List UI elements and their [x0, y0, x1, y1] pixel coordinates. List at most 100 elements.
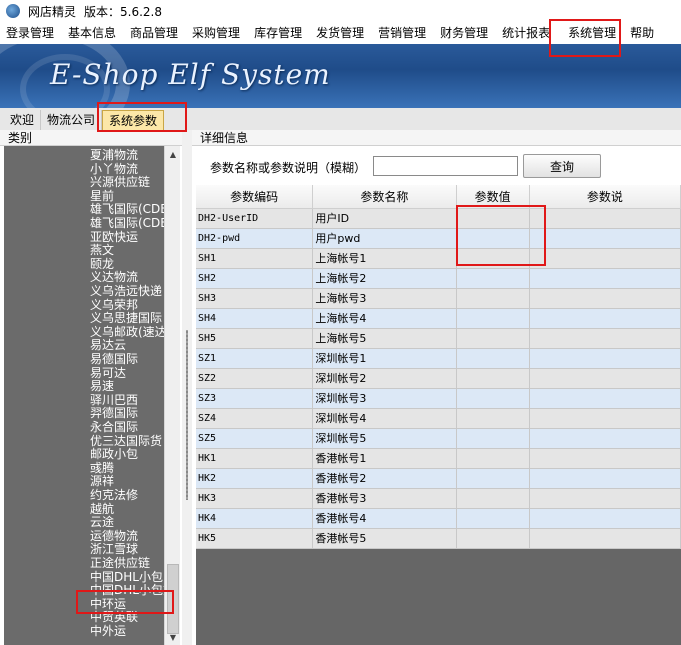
param-code-cell[interactable]: SH4 — [196, 308, 314, 329]
column-header[interactable]: 参数值 — [456, 185, 530, 209]
param-code-cell[interactable]: SZ5 — [196, 428, 314, 449]
param-name-cell[interactable]: 用户pwd — [312, 228, 457, 249]
param-desc-cell[interactable] — [529, 468, 681, 489]
param-value-cell[interactable] — [456, 508, 530, 529]
param-value-cell[interactable] — [456, 528, 530, 549]
param-value-cell[interactable] — [456, 288, 530, 309]
category-list-item[interactable]: 邮政小包 — [90, 448, 138, 461]
table-row[interactable]: HK1 香港帐号1 — [196, 448, 681, 469]
menu-marketing[interactable]: 营销管理 — [371, 22, 433, 44]
param-desc-cell[interactable] — [529, 508, 681, 529]
param-value-cell[interactable] — [456, 448, 530, 469]
param-value-cell[interactable] — [456, 348, 530, 369]
panel-splitter[interactable] — [182, 130, 192, 645]
menu-basic-info[interactable]: 基本信息 — [61, 22, 123, 44]
table-row[interactable]: HK2 香港帐号2 — [196, 468, 681, 489]
param-desc-cell[interactable] — [529, 228, 681, 249]
category-list-item[interactable]: 星前 — [90, 189, 114, 203]
scroll-down-icon[interactable]: ▼ — [165, 629, 181, 645]
param-desc-cell[interactable] — [529, 368, 681, 389]
category-list-item[interactable]: 义乌浩远快递 — [90, 285, 162, 298]
tab-logistics-company[interactable]: 物流公司 — [41, 110, 103, 130]
param-value-cell[interactable] — [456, 248, 530, 269]
category-list-item[interactable]: 浙江雪球 — [90, 543, 138, 556]
category-list-item[interactable]: 越航 — [90, 502, 114, 516]
param-name-cell[interactable]: 深圳帐号4 — [312, 408, 457, 429]
category-list-item[interactable]: 义达物流 — [90, 271, 138, 284]
category-list-item[interactable]: 易速 — [90, 380, 114, 393]
param-code-cell[interactable]: SZ2 — [196, 368, 314, 389]
column-header[interactable]: 参数名称 — [312, 185, 457, 209]
category-list-item[interactable]: 约克法修 — [90, 489, 138, 502]
category-list-item[interactable]: 夏浦物流 — [90, 149, 138, 162]
table-row[interactable]: SH1 上海帐号1 — [196, 248, 681, 269]
param-name-cell[interactable]: 上海帐号5 — [312, 328, 457, 349]
param-code-cell[interactable]: SH3 — [196, 288, 314, 309]
category-list-item[interactable]: 驿川巴西 — [90, 393, 138, 407]
param-name-cell[interactable]: 香港帐号5 — [312, 528, 457, 549]
param-value-cell[interactable] — [456, 388, 530, 409]
category-list-item[interactable]: 运德物流 — [90, 529, 138, 543]
param-code-cell[interactable]: HK2 — [196, 468, 314, 489]
table-row[interactable]: HK5 香港帐号5 — [196, 528, 681, 549]
table-row[interactable]: SZ2 深圳帐号2 — [196, 368, 681, 389]
category-list-item[interactable]: 雄飞国际(CDEK — [90, 203, 164, 216]
search-input[interactable] — [373, 156, 518, 176]
param-value-cell[interactable] — [456, 268, 530, 289]
menu-goods[interactable]: 商品管理 — [123, 22, 185, 44]
category-list-item[interactable]: 易德国际 — [90, 353, 138, 366]
column-header[interactable]: 参数编码 — [196, 185, 314, 209]
param-code-cell[interactable]: SH5 — [196, 328, 314, 349]
table-row[interactable]: HK4 香港帐号4 — [196, 508, 681, 529]
param-value-cell[interactable] — [456, 488, 530, 509]
tab-welcome[interactable]: 欢迎 — [0, 110, 42, 130]
param-value-cell[interactable] — [456, 368, 530, 389]
param-desc-cell[interactable] — [529, 488, 681, 509]
param-name-cell[interactable]: 深圳帐号3 — [312, 388, 457, 409]
param-desc-cell[interactable] — [529, 328, 681, 349]
param-desc-cell[interactable] — [529, 308, 681, 329]
category-list-item[interactable]: 义乌邮政(速达 — [90, 325, 164, 339]
category-list-item[interactable]: 易可达 — [90, 366, 126, 380]
category-list-item[interactable]: 中贸英联 — [90, 611, 138, 624]
param-desc-cell[interactable] — [529, 528, 681, 549]
param-desc-cell[interactable] — [529, 408, 681, 429]
param-code-cell[interactable]: DH2-pwd — [196, 228, 314, 249]
menu-reports[interactable]: 统计报表 — [495, 22, 557, 44]
table-row[interactable]: SH5 上海帐号5 — [196, 328, 681, 349]
table-row[interactable]: DH2-UserID 用户ID — [196, 208, 681, 229]
table-row[interactable]: DH2-pwd 用户pwd — [196, 228, 681, 249]
category-list-item[interactable]: 永合国际 — [90, 421, 138, 434]
param-code-cell[interactable]: HK3 — [196, 488, 314, 509]
category-list[interactable]: 夏浦物流小丫物流兴源供应链星前雄飞国际(CDEK雄飞国际(CDEK亚欧快运燕文颐… — [4, 146, 164, 645]
menu-finance[interactable]: 财务管理 — [433, 22, 495, 44]
category-list-item[interactable]: 羿德国际 — [90, 407, 138, 420]
category-list-item[interactable]: 易达云 — [90, 339, 126, 352]
param-code-cell[interactable]: DH2-UserID — [196, 208, 314, 229]
param-desc-cell[interactable] — [529, 268, 681, 289]
param-value-cell[interactable] — [456, 428, 530, 449]
category-list-item[interactable]: 义乌荣邦 — [90, 298, 138, 312]
param-value-cell[interactable] — [456, 408, 530, 429]
param-name-cell[interactable]: 香港帐号3 — [312, 488, 457, 509]
category-list-item[interactable]: 燕文 — [90, 244, 114, 257]
category-list-item[interactable]: 兴源供应链 — [90, 176, 150, 189]
menu-system[interactable]: 系统管理 — [557, 22, 623, 44]
param-name-cell[interactable]: 香港帐号1 — [312, 448, 457, 469]
param-name-cell[interactable]: 深圳帐号2 — [312, 368, 457, 389]
table-row[interactable]: HK3 香港帐号3 — [196, 488, 681, 509]
category-list-item[interactable]: 义乌思捷国际 — [90, 312, 162, 325]
table-row[interactable]: SH2 上海帐号2 — [196, 268, 681, 289]
menu-shipping[interactable]: 发货管理 — [309, 22, 371, 44]
category-list-item[interactable]: 雄飞国际(CDEK — [90, 217, 164, 230]
table-row[interactable]: SZ1 深圳帐号1 — [196, 348, 681, 369]
table-row[interactable]: SZ3 深圳帐号3 — [196, 388, 681, 409]
param-code-cell[interactable]: SZ3 — [196, 388, 314, 409]
param-value-cell[interactable] — [456, 328, 530, 349]
category-list-item[interactable]: 小丫物流 — [90, 162, 138, 176]
param-desc-cell[interactable] — [529, 248, 681, 269]
query-button[interactable]: 查询 — [523, 154, 601, 178]
param-desc-cell[interactable] — [529, 288, 681, 309]
category-list-item[interactable]: 云途 — [90, 516, 114, 529]
param-name-cell[interactable]: 上海帐号3 — [312, 288, 457, 309]
